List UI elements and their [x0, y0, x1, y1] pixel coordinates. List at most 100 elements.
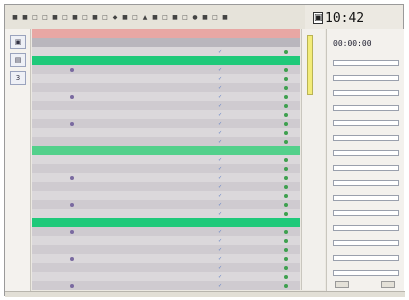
toolbar-button-icon[interactable]: ■: [51, 13, 59, 21]
field-input[interactable]: [333, 150, 399, 156]
field-input[interactable]: [333, 120, 399, 126]
table-row[interactable]: ✓: [32, 227, 300, 236]
check-icon: ✓: [218, 103, 223, 109]
grid-cell: [32, 74, 68, 83]
grid-cell: [198, 209, 216, 218]
scrollbar-thumb[interactable]: [307, 35, 313, 95]
group-row[interactable]: [32, 218, 300, 227]
field-input[interactable]: [333, 90, 399, 96]
table-row[interactable]: ✓: [32, 272, 300, 281]
grid-cell: [242, 119, 264, 128]
field-input[interactable]: [333, 255, 399, 261]
table-row[interactable]: ✓: [32, 245, 300, 254]
field-input[interactable]: [333, 60, 399, 66]
toolbar-button-icon[interactable]: □: [161, 13, 169, 21]
grid-cell: [282, 209, 300, 218]
toolbar-button-icon[interactable]: ■: [221, 13, 229, 21]
grid-header-row[interactable]: [32, 29, 300, 38]
data-grid[interactable]: ✓ ✓ ✓ ✓ ✓ ✓ ✓ ✓ ✓ ✓ ✓ ✓ ✓ ✓ ✓ ✓ ✓ ✓ ✓ ✓ ✓ ✓ ✓ ✓: [32, 29, 300, 290]
table-row[interactable]: ✓: [32, 101, 300, 110]
grid-cell: [168, 92, 198, 101]
table-row[interactable]: ✓: [32, 164, 300, 173]
field-input[interactable]: [333, 210, 399, 216]
grid-cell: [68, 236, 98, 245]
table-row[interactable]: ✓: [32, 236, 300, 245]
table-row[interactable]: ✓: [32, 281, 300, 290]
grid-cell: [282, 65, 300, 74]
vertical-scrollbar[interactable]: [301, 29, 325, 290]
field-input[interactable]: [333, 135, 399, 141]
table-row[interactable]: ✓: [32, 254, 300, 263]
field-input[interactable]: [333, 195, 399, 201]
toolbar-button-icon[interactable]: □: [181, 13, 189, 21]
grid-cell: [168, 182, 198, 191]
grid-cell: [32, 227, 68, 236]
table-row[interactable]: ✓: [32, 182, 300, 191]
toolbar-button-icon[interactable]: □: [101, 13, 109, 21]
grid-cell: [242, 281, 264, 290]
form-field: [333, 70, 399, 81]
grid-cell: ✓: [216, 236, 242, 245]
table-row[interactable]: ✓: [32, 119, 300, 128]
toolbar-button-icon[interactable]: ■: [71, 13, 79, 21]
grid-cell: [282, 47, 300, 56]
grid-cell: [198, 119, 216, 128]
table-row[interactable]: ✓: [32, 155, 300, 164]
status-dot-icon: [284, 122, 288, 126]
group-row[interactable]: [32, 56, 300, 65]
table-row[interactable]: ✓: [32, 47, 300, 56]
toolbar-button-icon[interactable]: ●: [191, 13, 199, 21]
table-row[interactable]: ✓: [32, 110, 300, 119]
grid-cell: ✓: [216, 254, 242, 263]
table-row[interactable]: ✓: [32, 83, 300, 92]
toolbar-button-icon[interactable]: ■: [151, 13, 159, 21]
toolbar-button-icon[interactable]: ■: [21, 13, 29, 21]
toolbar-button-icon[interactable]: □: [61, 13, 69, 21]
field-input[interactable]: [333, 240, 399, 246]
toolbar-button-icon[interactable]: ■: [121, 13, 129, 21]
field-input[interactable]: [333, 180, 399, 186]
grid-cell: [264, 200, 282, 209]
grid-cell: [168, 245, 198, 254]
field-input[interactable]: [333, 225, 399, 231]
table-row[interactable]: ✓: [32, 74, 300, 83]
toolbar-button-icon[interactable]: ■: [171, 13, 179, 21]
left-panel-button-3[interactable]: 3: [10, 71, 26, 85]
right-panel-button-2[interactable]: [381, 281, 395, 288]
grid-header-row[interactable]: [32, 38, 300, 47]
field-input[interactable]: [333, 270, 399, 276]
left-panel-button-1[interactable]: ▣: [10, 35, 26, 49]
grid-cell: [68, 263, 98, 272]
grid-cell: ✓: [216, 83, 242, 92]
field-input[interactable]: [333, 165, 399, 171]
table-row[interactable]: ✓: [32, 65, 300, 74]
grid-cell: [264, 209, 282, 218]
toolbar-button-icon[interactable]: □: [81, 13, 89, 21]
toolbar-button-icon[interactable]: ■: [11, 13, 19, 21]
table-row[interactable]: ✓: [32, 137, 300, 146]
left-panel-button-2[interactable]: ▤: [10, 53, 26, 67]
table-row[interactable]: ✓: [32, 200, 300, 209]
table-row[interactable]: ✓: [32, 263, 300, 272]
status-dot-icon: [284, 113, 288, 117]
table-row[interactable]: ✓: [32, 209, 300, 218]
table-row[interactable]: ✓: [32, 173, 300, 182]
right-panel-button-1[interactable]: [335, 281, 349, 288]
field-input[interactable]: [333, 105, 399, 111]
check-icon: ✓: [218, 184, 223, 190]
toolbar-button-icon[interactable]: □: [131, 13, 139, 21]
table-row[interactable]: ✓: [32, 191, 300, 200]
group-row[interactable]: [32, 146, 300, 155]
toolbar-button-icon[interactable]: ◆: [111, 13, 119, 21]
toolbar-button-icon[interactable]: □: [31, 13, 39, 21]
toolbar-button-icon[interactable]: ▲: [141, 13, 149, 21]
toolbar-button-icon[interactable]: ■: [91, 13, 99, 21]
toolbar-button-icon[interactable]: □: [41, 13, 49, 21]
grid-cell: [264, 74, 282, 83]
table-row[interactable]: ✓: [32, 128, 300, 137]
toolbar-button-icon[interactable]: □: [211, 13, 219, 21]
table-row[interactable]: ✓: [32, 92, 300, 101]
grid-cell: [198, 236, 216, 245]
field-input[interactable]: [333, 75, 399, 81]
toolbar-button-icon[interactable]: ■: [201, 13, 209, 21]
